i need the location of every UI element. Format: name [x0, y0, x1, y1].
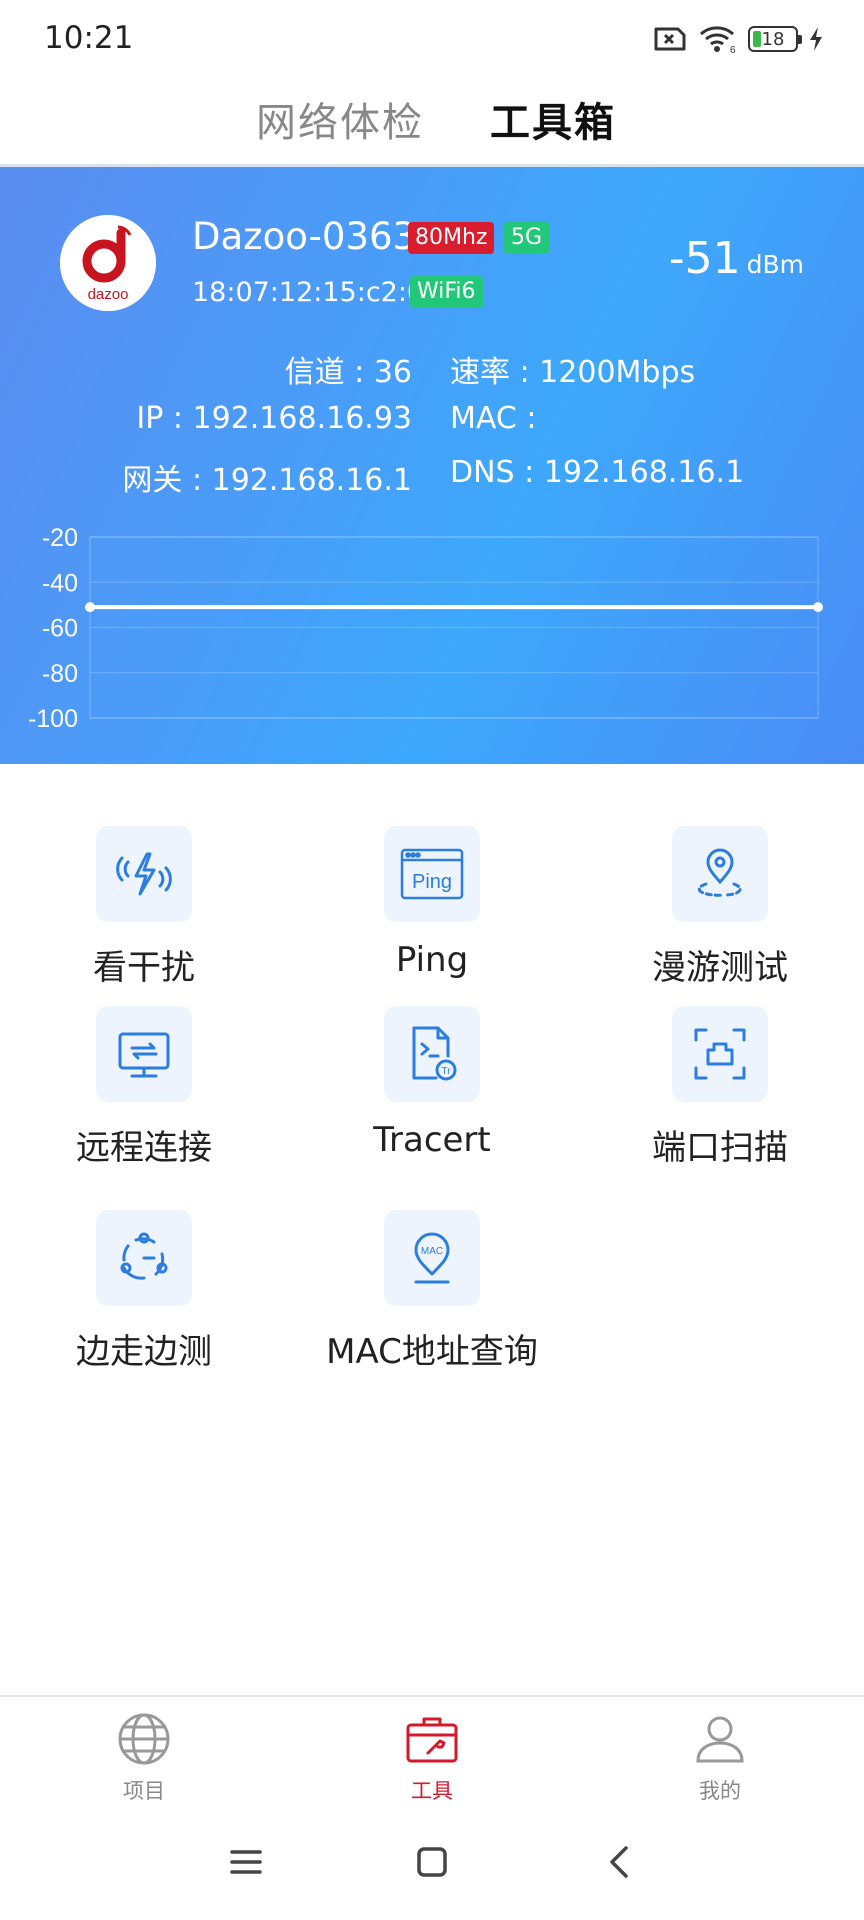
wifi-standard-badge: WiFi6: [410, 276, 483, 308]
tool-label: 远程连接: [76, 1128, 212, 1168]
tool-label: 端口扫描: [652, 1128, 788, 1168]
tab-toolbox[interactable]: 工具箱: [490, 90, 616, 148]
svg-text:dazoo: dazoo: [88, 286, 129, 303]
ssid-label: Dazoo-0363: [192, 215, 417, 258]
port-scan-icon: [694, 1028, 746, 1080]
signal-chart: -20 -40 -60 -80 -100: [28, 524, 823, 733]
tool-label: Ping: [395, 940, 469, 980]
top-tabs: 网络体检 工具箱: [0, 78, 864, 167]
dazoo-logo: dazoo: [60, 215, 156, 311]
mac-label: MAC :: [450, 401, 537, 436]
chart-y-tick-label: -100: [28, 705, 78, 733]
tool-ping[interactable]: Ping Ping: [302, 826, 562, 980]
wifi-icon: 6: [700, 26, 736, 54]
svg-text:6: 6: [730, 45, 736, 54]
nav-item-tools[interactable]: 工具: [332, 1711, 532, 1805]
network-info-card: dazoo Dazoo-0363 80Mhz 5G 18:07:12:15:c2…: [0, 167, 864, 764]
gateway-label: 网关 : 192.168.16.1: [122, 463, 412, 498]
status-time: 10:21: [44, 20, 134, 56]
chart-data-point: [813, 602, 823, 613]
bssid-label: 18:07:12:15:c2:03: [192, 277, 442, 308]
tool-roaming[interactable]: 漫游测试: [590, 826, 850, 989]
tool-label: 漫游测试: [652, 948, 788, 988]
globe-icon: [118, 1713, 170, 1765]
user-icon: [696, 1716, 744, 1763]
signal-unit: dBm: [746, 250, 804, 279]
tab-network-checkup[interactable]: 网络体检: [256, 90, 424, 148]
tool-label: 边走边测: [76, 1332, 212, 1372]
chart-y-tick-label: -80: [42, 660, 78, 688]
sim-error-icon: [654, 27, 686, 51]
tool-remote-connect[interactable]: 远程连接: [14, 1006, 274, 1169]
signal-value: -51: [668, 233, 741, 284]
mac-lookup-icon: MAC: [414, 1232, 450, 1284]
svg-text:Ping: Ping: [412, 871, 452, 893]
nav-label: 项目: [123, 1779, 165, 1803]
chart-y-tick-label: -20: [42, 524, 78, 552]
status-icons: 6 18: [652, 24, 824, 54]
chart-y-tick-label: -60: [42, 615, 78, 643]
rate-label: 速率 : 1200Mbps: [450, 355, 696, 390]
tool-label: Tracert: [373, 1120, 491, 1160]
home-icon[interactable]: [414, 1844, 450, 1880]
remote-connect-icon: [118, 1032, 170, 1078]
dns-label: DNS : 192.168.16.1: [450, 455, 745, 490]
menu-icon[interactable]: [228, 1844, 264, 1880]
svg-text:Tr: Tr: [441, 1066, 451, 1077]
roaming-icon: [697, 848, 742, 897]
tool-walk-test[interactable]: 边走边测: [14, 1210, 274, 1373]
tool-tracert[interactable]: Tr Tracert: [302, 1006, 562, 1160]
bottom-nav: 项目 工具 我的: [0, 1695, 864, 1812]
tool-interference[interactable]: 看干扰: [14, 826, 274, 989]
ip-label: IP : 192.168.16.93: [136, 401, 412, 436]
signal-strength: -51 dBm: [669, 233, 804, 284]
ping-icon: Ping: [400, 848, 464, 900]
back-icon[interactable]: [602, 1844, 638, 1880]
charging-icon: [810, 27, 822, 51]
walk-test-icon: [120, 1232, 168, 1280]
svg-text:MAC: MAC: [421, 1246, 443, 1257]
tool-label: 看干扰: [93, 948, 195, 988]
interference-icon: [116, 852, 172, 896]
tool-mac-lookup[interactable]: MAC MAC地址查询: [302, 1210, 562, 1373]
toolbox-icon: [406, 1717, 458, 1763]
tool-port-scan[interactable]: 端口扫描: [590, 1006, 850, 1169]
status-bar: 10:21 6 18: [0, 0, 864, 78]
channel-label: 信道 : 36: [284, 355, 412, 390]
bandwidth-badge: 80Mhz: [408, 222, 495, 254]
nav-label: 我的: [699, 1779, 741, 1803]
system-nav-bar: [0, 1810, 864, 1920]
nav-label: 工具: [411, 1779, 453, 1803]
nav-item-projects[interactable]: 项目: [44, 1711, 244, 1805]
tool-label: MAC地址查询: [326, 1332, 538, 1372]
tracert-icon: Tr: [412, 1026, 457, 1081]
chart-y-tick-label: -40: [42, 569, 78, 597]
battery-indicator: 18: [748, 26, 802, 52]
nav-item-me[interactable]: 我的: [620, 1711, 820, 1805]
band-badge: 5G: [504, 222, 550, 254]
chart-data-point: [85, 602, 95, 613]
